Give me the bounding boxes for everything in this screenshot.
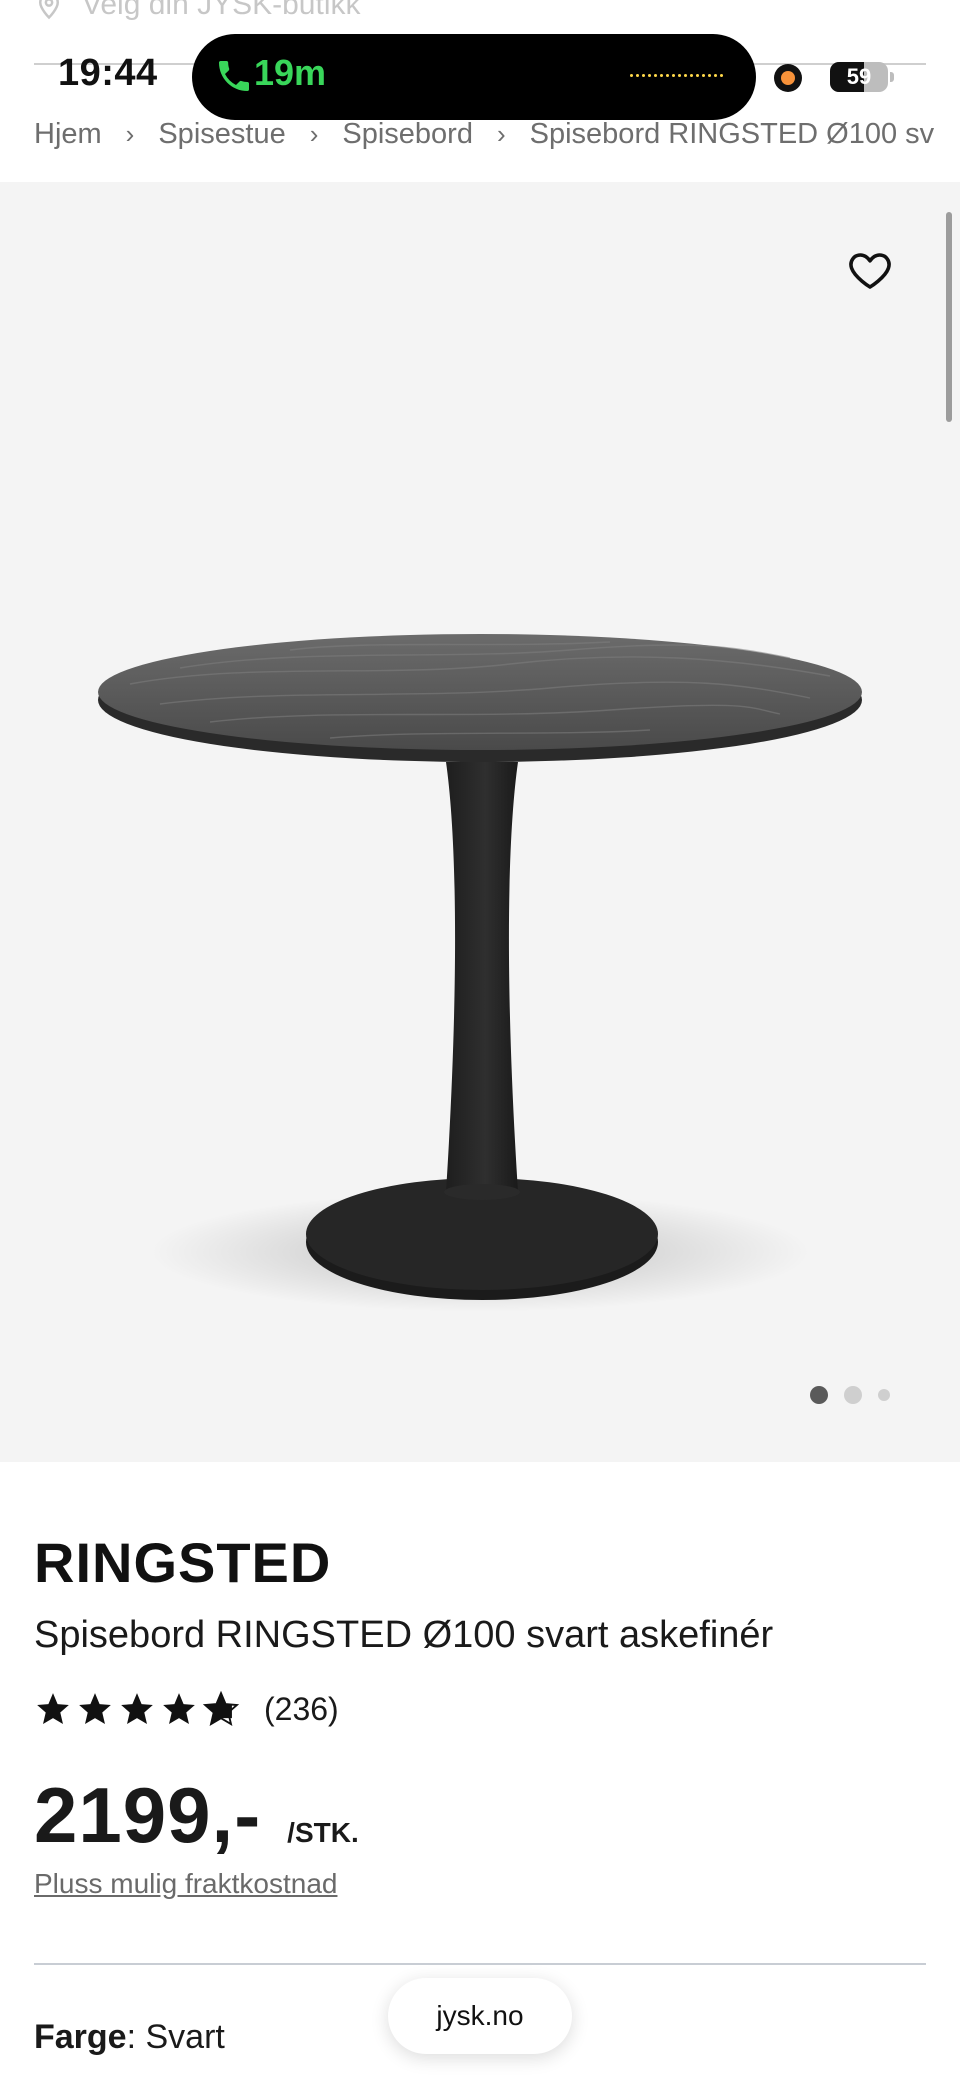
scrollbar[interactable] bbox=[946, 212, 952, 422]
price-unit: /STK. bbox=[287, 1817, 359, 1848]
battery-tip bbox=[890, 72, 894, 82]
dynamic-island[interactable]: 19m bbox=[192, 34, 756, 120]
color-value: Svart bbox=[136, 2018, 225, 2056]
chevron-right-icon: › bbox=[309, 118, 319, 149]
chevron-right-icon: › bbox=[496, 118, 506, 149]
star-icon bbox=[121, 1693, 153, 1725]
shipping-cost-link[interactable]: Pluss mulig fraktkostnad bbox=[34, 1868, 337, 1900]
section-divider bbox=[34, 1963, 926, 1965]
call-duration: 19m bbox=[254, 52, 327, 93]
battery-level: 59 bbox=[846, 64, 872, 89]
star-half-icon bbox=[202, 1690, 240, 1726]
product-rating[interactable]: (236) bbox=[34, 1690, 339, 1728]
product-image bbox=[98, 634, 862, 1312]
breadcrumb: Hjem › Spisestue › Spisebord › Spisebord… bbox=[34, 112, 934, 156]
status-bar: Velg din JYSK-butikk 19:44 19m 59 Hjem ›… bbox=[0, 0, 960, 170]
breadcrumb-item-current: Spisebord RINGSTED Ø100 sv bbox=[529, 117, 934, 150]
carousel-dot[interactable] bbox=[810, 1386, 828, 1404]
heart-outline-icon[interactable] bbox=[846, 246, 894, 294]
chevron-right-icon: › bbox=[125, 118, 135, 149]
star-icon bbox=[37, 1693, 69, 1725]
status-time: 19:44 bbox=[58, 52, 158, 94]
store-selector-label: Velg din JYSK-butikk bbox=[82, 0, 361, 21]
store-selector[interactable]: Velg din JYSK-butikk bbox=[34, 0, 360, 22]
breadcrumb-item-spisebord[interactable]: Spisebord bbox=[342, 118, 473, 151]
product-brand: RINGSTED bbox=[34, 1531, 332, 1594]
review-count[interactable]: (236) bbox=[264, 1691, 339, 1728]
product-gallery[interactable] bbox=[0, 182, 960, 1462]
breadcrumb-item-hjem[interactable]: Hjem bbox=[34, 118, 102, 151]
color-label: Farge bbox=[34, 2018, 127, 2056]
star-icon bbox=[79, 1693, 111, 1725]
product-price: 2199,- bbox=[34, 1771, 262, 1859]
carousel-dot[interactable] bbox=[878, 1389, 890, 1401]
product-name: Spisebord RINGSTED Ø100 svart askefinér bbox=[34, 1614, 774, 1656]
audio-wave-icon bbox=[630, 74, 726, 80]
color-selector[interactable]: Farge: Svart bbox=[34, 2018, 225, 2057]
breadcrumb-item-spisestue[interactable]: Spisestue bbox=[158, 118, 285, 151]
phone-icon bbox=[219, 61, 249, 91]
location-pin-icon bbox=[38, 0, 60, 20]
star-icon bbox=[163, 1693, 195, 1725]
carousel-dot[interactable] bbox=[844, 1386, 862, 1404]
price-row: 2199,- /STK. bbox=[34, 1770, 359, 1861]
battery-indicator: 59 bbox=[830, 62, 888, 92]
recording-indicator-icon bbox=[774, 64, 802, 92]
rating-stars bbox=[34, 1690, 240, 1728]
color-separator: : bbox=[126, 2018, 137, 2056]
carousel-dots[interactable] bbox=[810, 1386, 890, 1404]
browser-url-pill[interactable]: jysk.no bbox=[388, 1978, 572, 2054]
browser-url: jysk.no bbox=[436, 2000, 524, 2031]
